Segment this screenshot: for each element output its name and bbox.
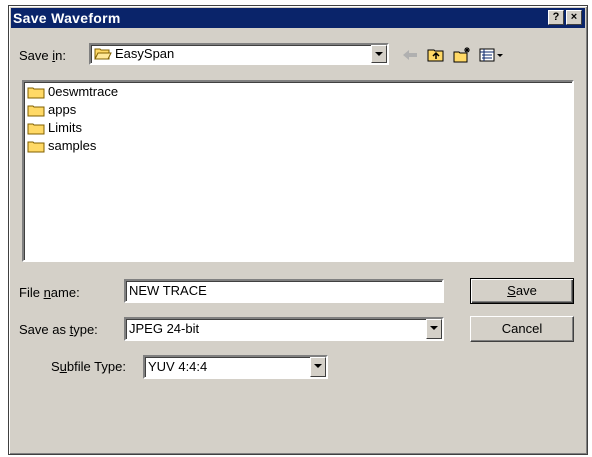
list-item[interactable]: apps <box>27 102 76 120</box>
save-in-label: Save in: <box>19 48 66 63</box>
window-title: Save Waveform <box>13 10 121 26</box>
save-in-value: EasySpan <box>94 46 174 61</box>
subfile-type-dropdown[interactable]: YUV 4:4:4 <box>143 355 328 379</box>
list-item[interactable]: 0eswmtrace <box>27 84 118 102</box>
file-list[interactable]: 0eswmtrace apps Limits samples <box>22 80 574 262</box>
subfile-type-label: Subfile Type: <box>51 359 126 374</box>
list-item[interactable]: samples <box>27 138 96 156</box>
cancel-button[interactable]: Cancel <box>470 316 574 342</box>
folder-icon <box>27 105 45 117</box>
file-name-label: File name: <box>19 285 80 300</box>
save-as-type-dropdown[interactable]: JPEG 24-bit <box>124 317 444 341</box>
up-folder-icon[interactable] <box>426 46 446 64</box>
save-as-type-label: Save as type: <box>19 322 98 337</box>
save-as-type-dropdown-arrow[interactable] <box>426 319 442 339</box>
save-in-dropdown[interactable]: EasySpan <box>89 43 389 65</box>
list-item[interactable]: Limits <box>27 120 82 138</box>
save-button[interactable]: Save <box>470 278 574 304</box>
subfile-type-dropdown-arrow[interactable] <box>310 357 326 377</box>
file-name-input[interactable]: NEW TRACE <box>124 279 444 303</box>
save-waveform-dialog: Save Waveform ? × Save in: EasySpan 0esw… <box>8 5 588 455</box>
help-button[interactable]: ? <box>548 10 564 25</box>
folder-icon <box>27 123 45 135</box>
title-bar[interactable]: Save Waveform ? × <box>11 8 585 28</box>
open-folder-icon <box>94 48 112 60</box>
folder-icon <box>27 87 45 99</box>
close-button[interactable]: × <box>566 10 582 25</box>
view-menu-icon[interactable] <box>478 46 504 64</box>
new-folder-icon[interactable] <box>452 46 472 64</box>
back-arrow-icon[interactable] <box>400 46 420 64</box>
folder-icon <box>27 141 45 153</box>
save-in-dropdown-arrow[interactable] <box>371 45 387 63</box>
